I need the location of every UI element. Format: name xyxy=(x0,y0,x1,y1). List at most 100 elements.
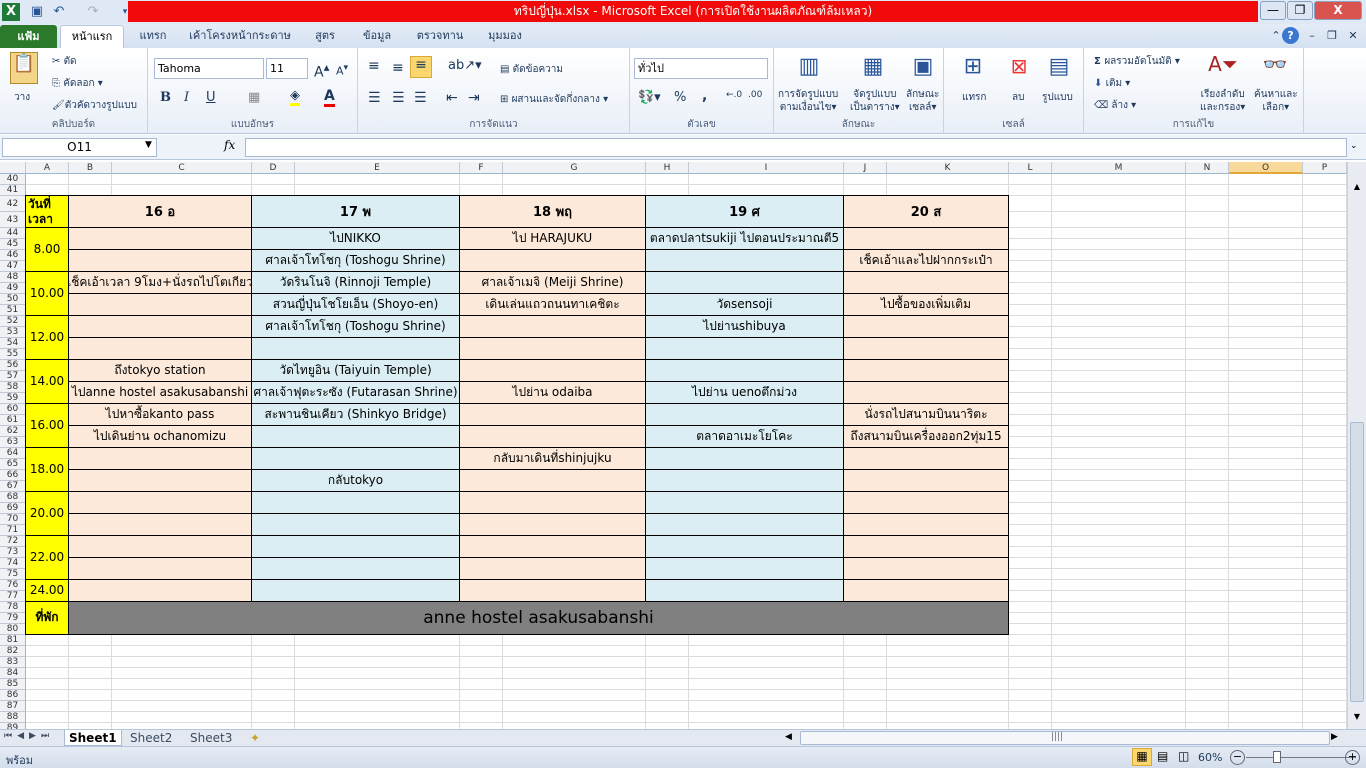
row-header[interactable]: 54 xyxy=(0,338,26,349)
column-header-G[interactable]: G xyxy=(503,162,646,174)
tab-review[interactable]: ตรวจทาน xyxy=(410,24,470,48)
row-header[interactable]: 41 xyxy=(0,185,26,196)
sheet-tab[interactable]: Sheet1 xyxy=(64,730,122,746)
format-as-table-button[interactable]: จัดรูปแบบ เป็นตาราง▾ xyxy=(850,88,900,114)
row-header[interactable]: 80 xyxy=(0,624,26,635)
row-header[interactable]: 51 xyxy=(0,305,26,316)
row-header[interactable]: 66 xyxy=(0,470,26,481)
decrease-decimal-icon[interactable]: .00 xyxy=(748,90,762,100)
wrap-text-button[interactable]: ▤ ตัดข้อความ xyxy=(500,62,563,77)
row-header[interactable]: 45 xyxy=(0,239,26,250)
row-header[interactable]: 49 xyxy=(0,283,26,294)
row-header[interactable]: 76 xyxy=(0,580,26,591)
clear-button[interactable]: ⌫ ล้าง ▾ xyxy=(1094,98,1136,113)
row-header[interactable]: 68 xyxy=(0,492,26,503)
vertical-scrollbar[interactable]: ▲ ▼ xyxy=(1347,162,1366,729)
shrink-font-icon[interactable]: A▾ xyxy=(336,62,348,78)
horizontal-scrollbar[interactable]: ◀ |||| ▶ xyxy=(785,731,1338,745)
normal-view-icon[interactable]: ▦ xyxy=(1132,748,1152,766)
row-header[interactable]: 46 xyxy=(0,250,26,261)
row-header[interactable]: 47 xyxy=(0,261,26,272)
find-select-button[interactable]: ค้นหาและ เลือก▾ xyxy=(1254,88,1298,114)
row-header[interactable]: 72 xyxy=(0,536,26,547)
fill-color-icon[interactable]: ◈ xyxy=(290,88,300,106)
align-bottom-icon[interactable]: ≡ xyxy=(410,56,432,78)
tab-data[interactable]: ข้อมูล xyxy=(355,24,399,48)
decrease-indent-icon[interactable]: ⇤ xyxy=(446,90,458,106)
sort-filter-button[interactable]: เรียงลำดับ และกรอง▾ xyxy=(1200,88,1245,114)
row-header[interactable]: 50 xyxy=(0,294,26,305)
borders-icon[interactable]: ▦ xyxy=(248,90,260,105)
insert-cells-button[interactable]: แทรก xyxy=(962,90,986,105)
orientation-icon[interactable]: ab↗▾ xyxy=(448,58,482,73)
zoom-out-button[interactable]: − xyxy=(1230,750,1245,765)
column-header-C[interactable]: C xyxy=(112,162,252,174)
column-header-A[interactable]: A xyxy=(26,162,69,174)
underline-button[interactable]: U xyxy=(206,90,216,105)
row-header[interactable]: 57 xyxy=(0,371,26,382)
close-button[interactable]: X xyxy=(1314,1,1362,20)
zoom-slider-thumb[interactable] xyxy=(1272,751,1281,763)
tab-home[interactable]: หน้าแรก xyxy=(60,25,124,49)
tab-view[interactable]: มุมมอง xyxy=(480,24,530,48)
tab-file[interactable]: แฟ้ม xyxy=(0,25,57,48)
minimize-button[interactable]: — xyxy=(1260,1,1286,20)
cell-styles-button[interactable]: ลักษณะ เซลล์▾ xyxy=(906,88,939,114)
scroll-left-icon[interactable]: ◀ xyxy=(785,732,792,742)
workbook-close-icon[interactable]: ✕ xyxy=(1345,24,1361,48)
scroll-down-icon[interactable]: ▼ xyxy=(1350,712,1364,726)
workbook-minimize-icon[interactable]: – xyxy=(1304,24,1320,48)
italic-button[interactable]: I xyxy=(184,90,189,105)
fill-button[interactable]: ⬇ เติม ▾ xyxy=(1094,76,1130,91)
column-header-N[interactable]: N xyxy=(1186,162,1229,174)
column-header-K[interactable]: K xyxy=(887,162,1009,174)
select-all-corner[interactable] xyxy=(0,162,26,174)
row-header[interactable]: 86 xyxy=(0,690,26,701)
row-header[interactable]: 67 xyxy=(0,481,26,492)
row-header[interactable]: 56 xyxy=(0,360,26,371)
align-middle-icon[interactable]: ≡ xyxy=(392,60,404,76)
row-header[interactable]: 78 xyxy=(0,602,26,613)
align-left-icon[interactable]: ☰ xyxy=(368,90,381,106)
paste-button[interactable]: วาง xyxy=(14,90,30,105)
zoom-in-button[interactable]: + xyxy=(1345,750,1360,765)
name-box-dropdown-icon[interactable]: ▼ xyxy=(145,140,152,150)
column-header-M[interactable]: M xyxy=(1052,162,1186,174)
font-color-icon[interactable]: A xyxy=(324,88,335,107)
row-header[interactable]: 53 xyxy=(0,327,26,338)
row-header[interactable]: 85 xyxy=(0,679,26,690)
row-header[interactable]: 59 xyxy=(0,393,26,404)
column-header-J[interactable]: J xyxy=(844,162,887,174)
expand-formula-bar-icon[interactable]: ⌄ xyxy=(1350,141,1358,151)
merge-center-button[interactable]: ⊞ ผสานและจัดกึ่งกลาง ▾ xyxy=(500,92,608,107)
row-header[interactable]: 65 xyxy=(0,459,26,470)
scroll-up-icon[interactable]: ▲ xyxy=(1350,182,1364,196)
column-header-L[interactable]: L xyxy=(1009,162,1052,174)
row-header[interactable]: 69 xyxy=(0,503,26,514)
comma-button[interactable]: , xyxy=(702,88,707,104)
bold-button[interactable]: B xyxy=(160,90,171,105)
name-box[interactable]: O11 xyxy=(2,138,157,157)
page-break-view-icon[interactable]: ◫ xyxy=(1178,749,1189,763)
worksheet-grid[interactable]: A B C D E F G H I J K L M N O P 40 41 42 43 44 45 46 47 48 49 50 51… xyxy=(0,162,1347,729)
row-header[interactable]: 77 xyxy=(0,591,26,602)
row-header[interactable]: 44 xyxy=(0,228,26,239)
sheet-tab[interactable]: Sheet3 xyxy=(186,730,236,746)
vertical-scroll-thumb[interactable] xyxy=(1350,422,1364,702)
row-header[interactable]: 74 xyxy=(0,558,26,569)
zoom-slider-track[interactable] xyxy=(1246,757,1356,758)
font-size-select[interactable]: 11 xyxy=(266,58,308,79)
currency-icon[interactable]: 💱▾ xyxy=(638,90,661,105)
row-header[interactable]: 84 xyxy=(0,668,26,679)
paste-icon[interactable]: 📋 xyxy=(10,52,38,84)
help-icon[interactable]: ? xyxy=(1282,27,1299,44)
sheet-nav-arrows-icon[interactable]: ⏮◀▶⏭ xyxy=(4,731,54,741)
formula-input[interactable] xyxy=(245,138,1347,157)
column-header-D[interactable]: D xyxy=(252,162,295,174)
tab-insert[interactable]: แทรก xyxy=(130,24,176,48)
increase-decimal-icon[interactable]: ←.0 xyxy=(726,90,742,100)
row-header[interactable]: 58 xyxy=(0,382,26,393)
row-header[interactable]: 73 xyxy=(0,547,26,558)
row-header[interactable]: 82 xyxy=(0,646,26,657)
workbook-restore-icon[interactable]: ❐ xyxy=(1324,24,1340,48)
